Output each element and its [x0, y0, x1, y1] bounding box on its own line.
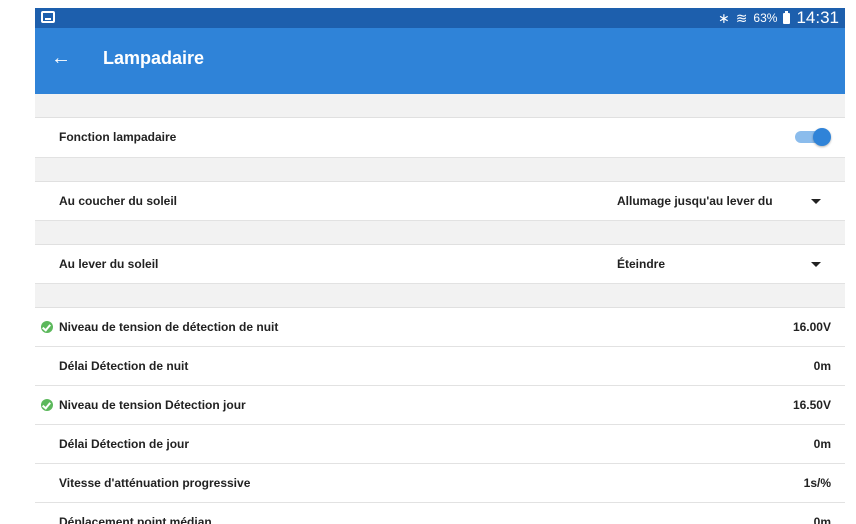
function-label: Fonction lampadaire	[59, 130, 177, 144]
sunset-dropdown[interactable]: Allumage jusqu'au lever du	[609, 182, 831, 220]
param-label: Délai Détection de nuit	[59, 359, 189, 373]
bluetooth-icon: ∗	[717, 10, 730, 26]
chevron-down-icon	[811, 199, 821, 204]
sunrise-dropdown[interactable]: Éteindre	[609, 245, 831, 283]
section-divider	[35, 221, 845, 245]
param-row[interactable]: Délai Détection de jour 0m	[35, 425, 845, 464]
param-label: Niveau de tension de détection de nuit	[59, 320, 279, 334]
param-value: 0m	[813, 515, 831, 524]
function-toggle[interactable]	[795, 128, 831, 146]
section-divider	[35, 284, 845, 308]
param-label: Vitesse d'atténuation progressive	[59, 476, 251, 490]
param-row[interactable]: Niveau de tension de détection de nuit 1…	[35, 308, 845, 347]
section-divider	[35, 158, 845, 182]
back-arrow-icon[interactable]: ←	[49, 46, 73, 70]
battery-percent: 63%	[753, 11, 778, 25]
sunset-selected-value: Allumage jusqu'au lever du	[617, 194, 773, 208]
param-label: Déplacement point médian	[59, 515, 212, 524]
sunrise-selected-value: Éteindre	[617, 257, 666, 271]
check-icon	[41, 321, 53, 333]
sunrise-label: Au lever du soleil	[59, 257, 159, 271]
param-value: 16.00V	[792, 320, 831, 334]
chevron-down-icon	[811, 262, 821, 267]
function-row: Fonction lampadaire	[35, 118, 845, 158]
param-label: Niveau de tension Détection jour	[59, 398, 246, 412]
page-title: Lampadaire	[103, 48, 205, 68]
toggle-knob	[813, 128, 831, 146]
sunset-row: Au coucher du soleil Allumage jusqu'au l…	[35, 182, 845, 221]
status-icons: ∗ ≋ 63% 14:31	[718, 8, 839, 28]
check-icon	[41, 399, 53, 411]
param-label: Délai Détection de jour	[59, 437, 190, 451]
param-row[interactable]: Déplacement point médian 0m	[35, 503, 845, 524]
param-value: 16.50V	[792, 398, 831, 412]
app-bar: ← Lampadaire	[35, 28, 845, 94]
param-value: 0m	[813, 359, 831, 373]
sunset-label: Au coucher du soleil	[59, 194, 178, 208]
clock: 14:31	[796, 8, 839, 27]
param-value: 1s/%	[803, 476, 831, 490]
tablet-screen: ∗ ≋ 63% 14:31 ← Lampadaire Fonction lamp…	[35, 8, 845, 524]
screenshot-icon	[41, 11, 55, 23]
sunrise-row: Au lever du soleil Éteindre	[35, 245, 845, 284]
param-row[interactable]: Niveau de tension Détection jour 16.50V	[35, 386, 845, 425]
wifi-icon: ≋	[735, 10, 748, 26]
status-bar: ∗ ≋ 63% 14:31	[35, 8, 845, 28]
section-divider	[35, 94, 845, 118]
param-row[interactable]: Vitesse d'atténuation progressive 1s/%	[35, 464, 845, 503]
param-value: 0m	[813, 437, 831, 451]
battery-icon	[783, 10, 791, 24]
settings-list: Fonction lampadaire Au coucher du soleil…	[35, 94, 845, 524]
param-row[interactable]: Délai Détection de nuit 0m	[35, 347, 845, 386]
